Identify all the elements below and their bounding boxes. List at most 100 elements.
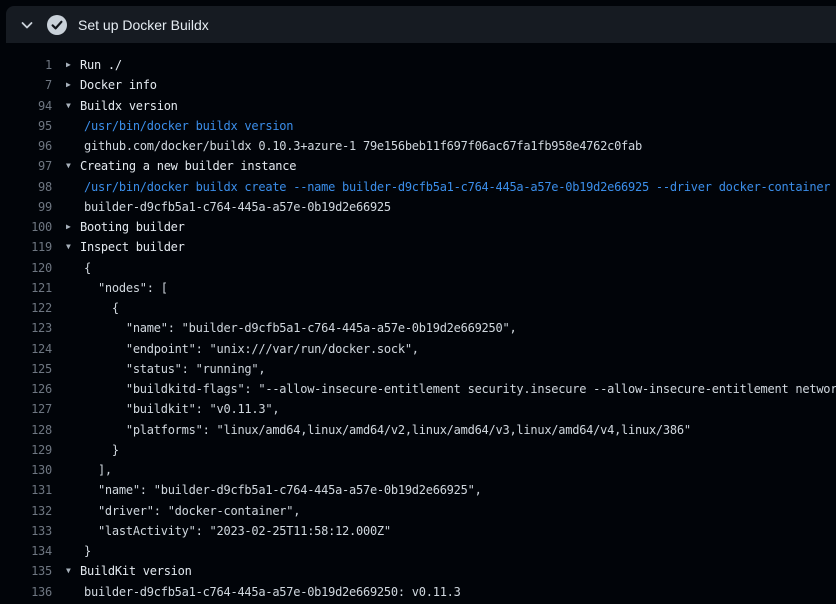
log-output-text: }	[84, 443, 119, 457]
log-line: 132 "driver": "docker-container",	[0, 501, 836, 521]
line-number[interactable]: 1	[0, 58, 52, 72]
log-group-toggle[interactable]: ▼ BuildKit version	[66, 564, 192, 578]
group-expanded-arrow-icon[interactable]: ▼	[66, 162, 76, 170]
log-group-label: Booting builder	[80, 220, 185, 234]
check-circle-icon	[46, 14, 68, 36]
log-line: 99 builder-d9cfb5a1-c764-445a-a57e-0b19d2…	[0, 197, 836, 217]
line-number[interactable]: 119	[0, 240, 52, 254]
line-number[interactable]: 120	[0, 261, 52, 275]
log-group-toggle[interactable]: ▼ Creating a new builder instance	[66, 159, 296, 173]
group-collapsed-arrow-icon[interactable]: ▶	[66, 223, 76, 231]
line-number[interactable]: 97	[0, 159, 52, 173]
log-line: 96 github.com/docker/buildx 0.10.3+azure-…	[0, 136, 836, 156]
log-output-text: "buildkit": "v0.11.3",	[84, 402, 279, 416]
line-number[interactable]: 131	[0, 483, 52, 497]
step-title: Set up Docker Buildx	[78, 17, 209, 33]
log-group-label: BuildKit version	[80, 564, 192, 578]
log-line: 122 {	[0, 298, 836, 318]
log-lines: 1 ▶ Run ./ 7 ▶ Docker info 94 ▼ Buildx version 95…	[0, 55, 836, 604]
log-output-text: "lastActivity": "2023-02-25T11:58:12.000…	[84, 524, 391, 538]
log-line[interactable]: 100 ▶ Booting builder	[0, 217, 836, 237]
log-group-label: Creating a new builder instance	[80, 159, 296, 173]
line-number[interactable]: 99	[0, 200, 52, 214]
line-number[interactable]: 94	[0, 99, 52, 113]
log-group-label: Docker info	[80, 78, 157, 92]
log-line: 125 "status": "running",	[0, 359, 836, 379]
log-group-toggle[interactable]: ▶ Run ./	[66, 58, 122, 72]
log-line: 127 "buildkit": "v0.11.3",	[0, 399, 836, 419]
log-group-toggle[interactable]: ▼ Buildx version	[66, 99, 178, 113]
log-line: 124 "endpoint": "unix:///var/run/docker.…	[0, 339, 836, 359]
group-expanded-arrow-icon[interactable]: ▼	[66, 243, 76, 251]
line-number[interactable]: 128	[0, 423, 52, 437]
log-line[interactable]: 135 ▼ BuildKit version	[0, 561, 836, 581]
line-number[interactable]: 127	[0, 402, 52, 416]
line-number[interactable]: 126	[0, 382, 52, 396]
log-group-toggle[interactable]: ▼ Inspect builder	[66, 240, 185, 254]
log-group-toggle[interactable]: ▶ Booting builder	[66, 220, 185, 234]
log-line[interactable]: 7 ▶ Docker info	[0, 75, 836, 95]
line-number[interactable]: 100	[0, 220, 52, 234]
log-command-text: /usr/bin/docker buildx version	[84, 119, 293, 133]
log-output-text: "buildkitd-flags": "--allow-insecure-ent…	[84, 382, 836, 396]
line-number[interactable]: 98	[0, 180, 52, 194]
group-collapsed-arrow-icon[interactable]: ▶	[66, 81, 76, 89]
line-number[interactable]: 129	[0, 443, 52, 457]
log-line: 128 "platforms": "linux/amd64,linux/amd6…	[0, 420, 836, 440]
log-output-text: "nodes": [	[84, 281, 168, 295]
log-line: 136 builder-d9cfb5a1-c764-445a-a57e-0b19d…	[0, 582, 836, 602]
log-group-label: Inspect builder	[80, 240, 185, 254]
line-number[interactable]: 134	[0, 544, 52, 558]
log-line: 130 ],	[0, 460, 836, 480]
log-output-text: {	[84, 301, 119, 315]
log-output-text: "status": "running",	[84, 362, 265, 376]
line-number[interactable]: 95	[0, 119, 52, 133]
line-number[interactable]: 130	[0, 463, 52, 477]
log-group-toggle[interactable]: ▶ Docker info	[66, 78, 157, 92]
line-number[interactable]: 132	[0, 504, 52, 518]
log-line: 98/usr/bin/docker buildx create --name b…	[0, 177, 836, 197]
log-output-text: "platforms": "linux/amd64,linux/amd64/v2…	[84, 423, 691, 437]
log-line[interactable]: 94 ▼ Buildx version	[0, 96, 836, 116]
group-expanded-arrow-icon[interactable]: ▼	[66, 102, 76, 110]
log-group-label: Buildx version	[80, 99, 178, 113]
log-line: 120 {	[0, 258, 836, 278]
log-line: 95/usr/bin/docker buildx version	[0, 116, 836, 136]
log-output-text: github.com/docker/buildx 0.10.3+azure-1 …	[84, 139, 642, 153]
log-line: 123 "name": "builder-d9cfb5a1-c764-445a-…	[0, 318, 836, 338]
log-line: 133 "lastActivity": "2023-02-25T11:58:12…	[0, 521, 836, 541]
log-output-text: "driver": "docker-container",	[84, 504, 300, 518]
log-output-text: "name": "builder-d9cfb5a1-c764-445a-a57e…	[84, 321, 516, 335]
log-line: 121 "nodes": [	[0, 278, 836, 298]
log-command-text: /usr/bin/docker buildx create --name bui…	[84, 180, 830, 194]
step-header[interactable]: Set up Docker Buildx	[6, 6, 836, 43]
log-output-text: }	[84, 544, 91, 558]
line-number[interactable]: 135	[0, 564, 52, 578]
log-output-text: "endpoint": "unix:///var/run/docker.sock…	[84, 342, 419, 356]
log-output-text: builder-d9cfb5a1-c764-445a-a57e-0b19d2e6…	[84, 200, 391, 214]
group-expanded-arrow-icon[interactable]: ▼	[66, 567, 76, 575]
log-line[interactable]: 119 ▼ Inspect builder	[0, 237, 836, 257]
log-line: 126 "buildkitd-flags": "--allow-insecure…	[0, 379, 836, 399]
log-output-text: ],	[84, 463, 112, 477]
log-line[interactable]: 97 ▼ Creating a new builder instance	[0, 156, 836, 176]
group-collapsed-arrow-icon[interactable]: ▶	[66, 61, 76, 69]
line-number[interactable]: 122	[0, 301, 52, 315]
log-group-label: Run ./	[80, 58, 122, 72]
log-line: 131 "name": "builder-d9cfb5a1-c764-445a-…	[0, 480, 836, 500]
line-number[interactable]: 136	[0, 585, 52, 599]
line-number[interactable]: 121	[0, 281, 52, 295]
log-output-text: {	[84, 261, 91, 275]
log-output-text: "name": "builder-d9cfb5a1-c764-445a-a57e…	[84, 483, 482, 497]
line-number[interactable]: 125	[0, 362, 52, 376]
line-number[interactable]: 123	[0, 321, 52, 335]
line-number[interactable]: 7	[0, 78, 52, 92]
line-number[interactable]: 96	[0, 139, 52, 153]
chevron-down-icon[interactable]	[20, 18, 34, 32]
log-line[interactable]: 1 ▶ Run ./	[0, 55, 836, 75]
log-line: 129 }	[0, 440, 836, 460]
log-line: 134}	[0, 541, 836, 561]
line-number[interactable]: 133	[0, 524, 52, 538]
log-output-text: builder-d9cfb5a1-c764-445a-a57e-0b19d2e6…	[84, 585, 461, 599]
line-number[interactable]: 124	[0, 342, 52, 356]
